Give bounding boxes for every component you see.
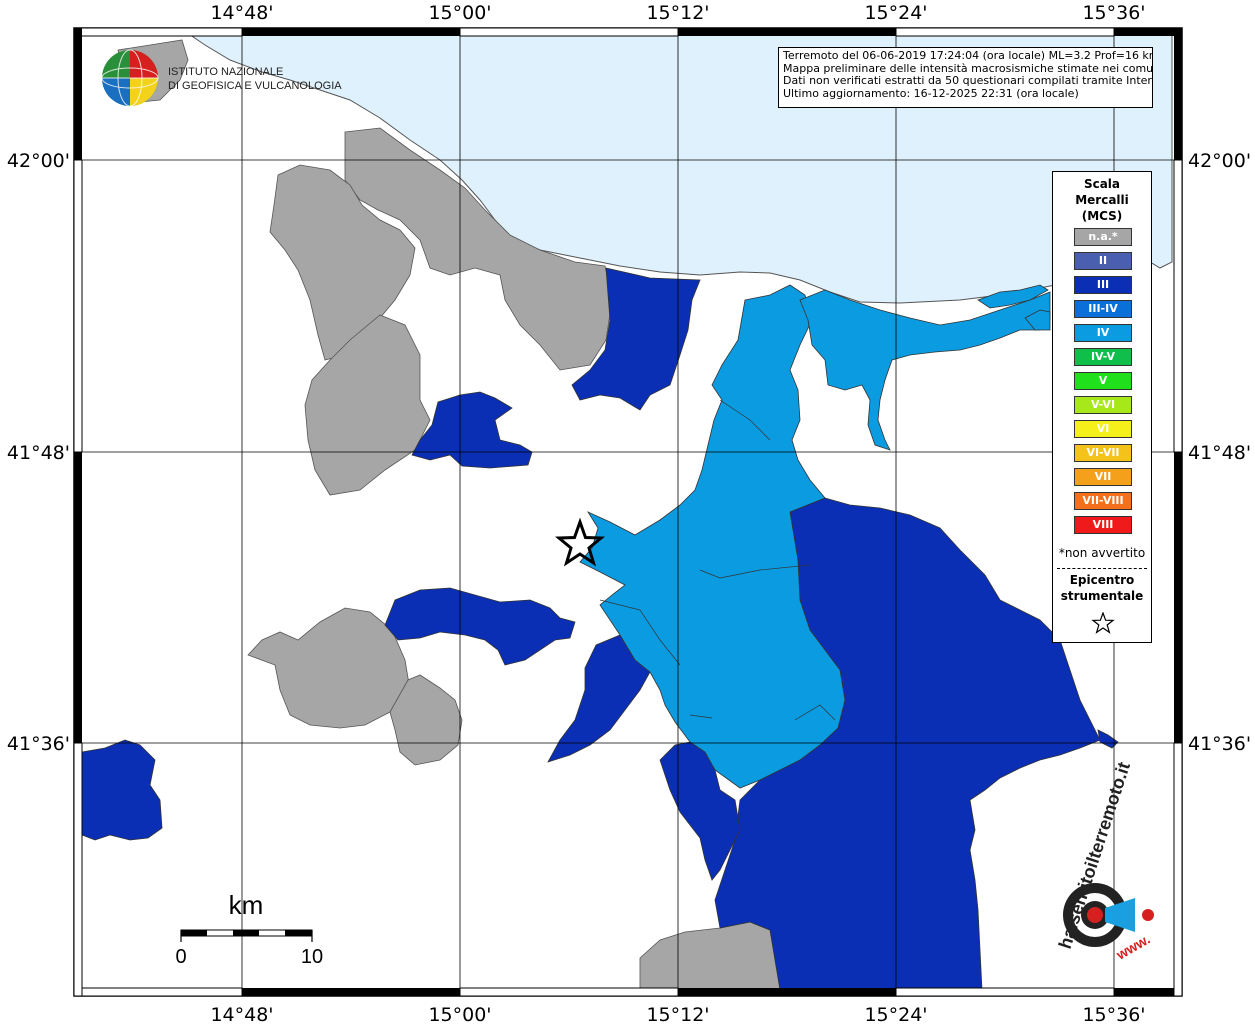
lat-label-right-2: 41°48' <box>1188 442 1251 464</box>
lat-label-right-3: 41°36' <box>1188 733 1251 755</box>
info-line-1: Terremoto del 06-06-2019 17:24:04 (ora l… <box>783 49 1153 62</box>
lon-label-top-2: 15°00' <box>428 2 491 24</box>
lon-label-top-4: 15°24' <box>864 2 927 24</box>
lon-label-bottom-4: 15°24' <box>864 1004 927 1024</box>
legend-item: III-IV <box>1074 300 1132 318</box>
legend: Scala Mercalli (MCS) n.a.* II III III-IV IV I… <box>1052 171 1152 643</box>
legend-epicenter-line1: Epicentro <box>1069 573 1135 587</box>
lon-label-top-5: 15°36' <box>1082 2 1145 24</box>
legend-star-icon <box>1091 612 1115 634</box>
legend-epicenter-line2: strumentale <box>1060 589 1144 603</box>
lon-label-top-3: 15°12' <box>646 2 709 24</box>
legend-note: *non avvertito <box>1058 546 1146 560</box>
legend-item: VIII <box>1074 516 1132 534</box>
legend-separator <box>1057 568 1147 569</box>
legend-item: V-VI <box>1074 396 1132 414</box>
info-line-4: Ultimo aggiornamento: 16-12-2025 22:31 (… <box>783 86 1079 100</box>
lon-label-bottom-3: 15°12' <box>646 1004 709 1024</box>
lat-label-left-2: 41°48' <box>7 442 70 464</box>
legend-item: n.a.* <box>1074 228 1132 246</box>
legend-item: VII-VIII <box>1074 492 1132 510</box>
legend-title-line3: (MCS) <box>1081 209 1123 223</box>
legend-item: V <box>1074 372 1132 390</box>
legend-epicenter: Epicentro strumentale <box>1053 572 1151 604</box>
lon-label-bottom-2: 15°00' <box>428 1004 491 1024</box>
legend-item: IV-V <box>1074 348 1132 366</box>
legend-item: VI <box>1074 420 1132 438</box>
logo-line2: DI GEOFISICA E VULCANOLOGIA <box>168 80 342 92</box>
lat-label-left-1: 42°00' <box>7 150 70 172</box>
info-line-3: Dati non verificati estratti da 50 quest… <box>783 74 1153 88</box>
legend-title-line2: Mercalli <box>1075 193 1129 207</box>
legend-item: II <box>1074 252 1132 270</box>
legend-title-line1: Scala <box>1083 177 1121 191</box>
info-box: Terremoto del 06-06-2019 17:24:04 (ora l… <box>778 47 1153 108</box>
scale-start: 0 <box>175 946 186 968</box>
logo-line1: ISTITUTO NAZIONALE <box>168 66 283 78</box>
legend-item: VI-VII <box>1074 444 1132 462</box>
legend-item: IV <box>1074 324 1132 342</box>
legend-item: III <box>1074 276 1132 294</box>
scale-end: 10 <box>301 946 323 968</box>
legend-item: VII <box>1074 468 1132 486</box>
lat-label-right-1: 42°00' <box>1188 150 1251 172</box>
legend-title: Scala Mercalli (MCS) <box>1053 176 1151 224</box>
lat-label-left-3: 41°36' <box>7 733 70 755</box>
lon-label-bottom-5: 15°36' <box>1082 1004 1145 1024</box>
lon-label-bottom-1: 14°48' <box>210 1004 273 1024</box>
lon-label-top-1: 14°48' <box>210 2 273 24</box>
area-iii-far-west <box>81 739 163 841</box>
scale-unit: km <box>229 890 264 920</box>
